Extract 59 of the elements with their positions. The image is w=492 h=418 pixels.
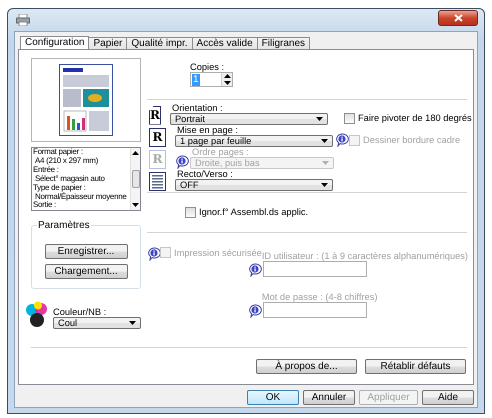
caret-icon [132, 151, 139, 155]
tab[interactable]: Qualité impr. [126, 37, 193, 49]
setting-label: Mise en page : [177, 124, 239, 135]
dialog-button[interactable]: Annuler [303, 390, 355, 405]
summary-line: Entrée : [33, 166, 59, 175]
caret-icon [316, 116, 323, 121]
caret-icon [132, 203, 139, 207]
setting-label: Orientation : [172, 102, 224, 113]
tab[interactable]: Filigranes [256, 37, 310, 49]
parameters-button[interactable]: Chargement... [44, 264, 128, 279]
field-label: Mot de passe : (4-8 chiffres) [262, 292, 378, 302]
caret-icon [322, 160, 329, 165]
summary-line: Sortie : [33, 201, 56, 210]
info-icon [248, 263, 262, 278]
info-icon [147, 247, 161, 262]
setting-label: Recto/Verso : [177, 168, 234, 179]
dialog-button[interactable]: OK [247, 390, 299, 405]
setting-label: Ordre pages : [192, 146, 250, 157]
info-icon [175, 154, 189, 169]
duplex-icon [149, 172, 166, 191]
summary-line: Type de papier : [33, 184, 86, 192]
field-label: ID utilisateur : (1 à 9 caractères alphanumériques) [262, 251, 468, 262]
summary-line: Normal/Épaisseur moyenne [35, 192, 128, 201]
caret-icon [321, 138, 328, 143]
printer-icon [16, 14, 30, 26]
caret-icon [129, 321, 136, 325]
summary-line: A4 (210 x 297 mm) [34, 156, 99, 166]
info-icon [335, 132, 349, 147]
tab[interactable]: Accès valide [192, 37, 258, 49]
page-icon: R [149, 150, 166, 169]
close-icon [454, 14, 462, 22]
group-title: Paramètres [37, 220, 91, 231]
color-circles-icon [25, 301, 49, 329]
checkbox[interactable] [185, 206, 196, 218]
copies-label: Copies : [190, 62, 226, 72]
checkbox-label: Faire pivoter de 180 degrés [358, 113, 472, 124]
checkbox-label: Dessiner bordure cadre [363, 135, 460, 146]
setting-dropdown[interactable]: Portrait [170, 112, 328, 125]
parameters-button[interactable]: Enregistrer... [44, 244, 128, 259]
checkbox-label: Impression sécurisée [174, 248, 262, 258]
setting-dropdown[interactable]: OFF [175, 178, 333, 191]
checkbox-label: Ignor.f° Assembl.ds applic. [199, 207, 308, 218]
tab[interactable]: Papier [88, 37, 128, 49]
tab[interactable]: Configuration [20, 36, 90, 49]
page-icon: R [149, 128, 166, 147]
caret-icon [321, 182, 328, 187]
dialog-button[interactable]: Aide [422, 390, 474, 405]
info-icon [248, 304, 262, 318]
summary-line: Format papier : [33, 148, 84, 157]
color-mode-label: Couleur/NB : [53, 307, 108, 317]
summary-line: Sélect° magasin auto [34, 174, 106, 183]
close-button[interactable] [438, 10, 478, 26]
color-mode-dropdown[interactable]: Coul [53, 317, 141, 329]
checkbox[interactable] [344, 112, 355, 124]
scrollbar[interactable] [130, 148, 140, 210]
setting-dropdown[interactable]: 1 page par feuille [175, 134, 333, 147]
action-button[interactable]: Rétablir défauts [365, 359, 466, 374]
page-icon: R [149, 106, 161, 125]
action-button[interactable]: À propos de... [256, 359, 357, 374]
